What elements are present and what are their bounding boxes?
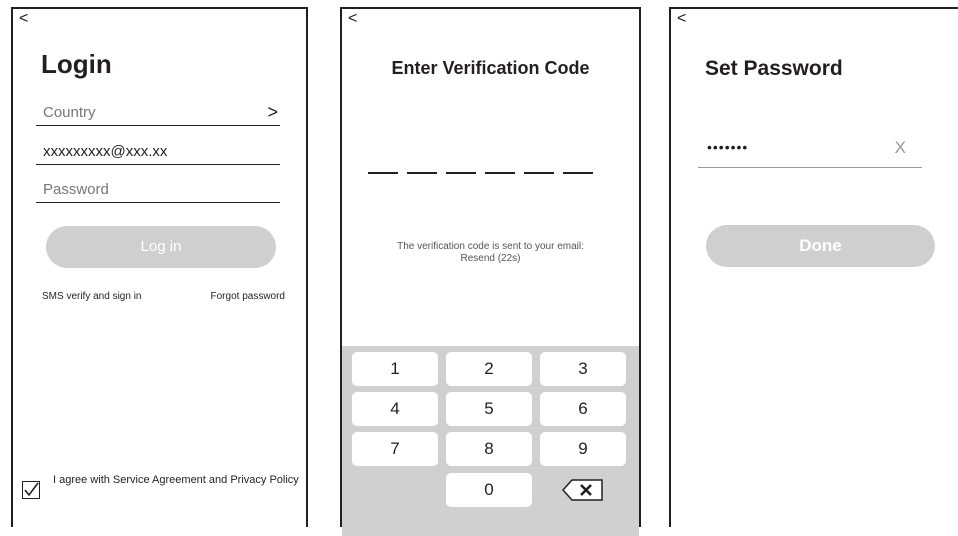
login-screen: < Login Country > xxxxxxxxx@xxx.xx Passw… <box>11 7 308 527</box>
key-5[interactable]: 5 <box>446 392 532 426</box>
agreement-text: I agree with Service Agreement and Priva… <box>53 474 299 486</box>
key-6[interactable]: 6 <box>540 392 626 426</box>
checkmark-icon <box>24 482 39 497</box>
verification-message: The verification code is sent to your em… <box>342 241 639 265</box>
verification-screen: < Enter Verification Code The verificati… <box>340 7 641 536</box>
country-label: Country <box>43 104 96 121</box>
verification-message-line: The verification code is sent to your em… <box>397 241 584 252</box>
new-password-field[interactable]: ••••••• X <box>698 133 922 168</box>
key-7[interactable]: 7 <box>352 432 438 466</box>
back-button[interactable]: < <box>677 9 686 29</box>
email-value: xxxxxxxxx@xxx.xx <box>43 143 168 160</box>
code-input[interactable] <box>368 172 593 174</box>
password-placeholder: Password <box>43 181 109 198</box>
code-slot <box>485 172 515 174</box>
page-title: Set Password <box>705 57 843 80</box>
password-field[interactable]: Password <box>36 173 280 203</box>
numeric-keypad: 1 2 3 4 5 6 7 8 9 0 <box>342 346 639 536</box>
key-2[interactable]: 2 <box>446 352 532 386</box>
backspace-icon <box>561 479 603 501</box>
backspace-key[interactable] <box>540 473 626 507</box>
login-button[interactable]: Log in <box>46 226 276 268</box>
code-slot <box>446 172 476 174</box>
password-masked-value: ••••••• <box>707 139 749 155</box>
forgot-password-link[interactable]: Forgot password <box>211 291 285 302</box>
email-field[interactable]: xxxxxxxxx@xxx.xx <box>36 135 280 165</box>
back-button[interactable]: < <box>19 9 28 29</box>
back-button[interactable]: < <box>348 9 357 29</box>
key-0[interactable]: 0 <box>446 473 532 507</box>
agreement-checkbox[interactable] <box>22 481 40 499</box>
key-3[interactable]: 3 <box>540 352 626 386</box>
key-8[interactable]: 8 <box>446 432 532 466</box>
resend-link[interactable]: Resend (22s) <box>342 253 639 265</box>
code-slot <box>407 172 437 174</box>
code-slot <box>563 172 593 174</box>
key-9[interactable]: 9 <box>540 432 626 466</box>
key-4[interactable]: 4 <box>352 392 438 426</box>
key-1[interactable]: 1 <box>352 352 438 386</box>
country-selector[interactable]: Country > <box>36 96 280 126</box>
clear-icon[interactable]: X <box>895 138 906 158</box>
done-button[interactable]: Done <box>706 225 935 267</box>
page-title: Login <box>41 49 112 79</box>
code-slot <box>524 172 554 174</box>
set-password-screen: < Set Password ••••••• X Done <box>669 7 958 527</box>
sms-verify-link[interactable]: SMS verify and sign in <box>42 291 142 302</box>
chevron-right-icon: > <box>267 102 278 122</box>
page-title: Enter Verification Code <box>391 58 590 78</box>
code-slot <box>368 172 398 174</box>
